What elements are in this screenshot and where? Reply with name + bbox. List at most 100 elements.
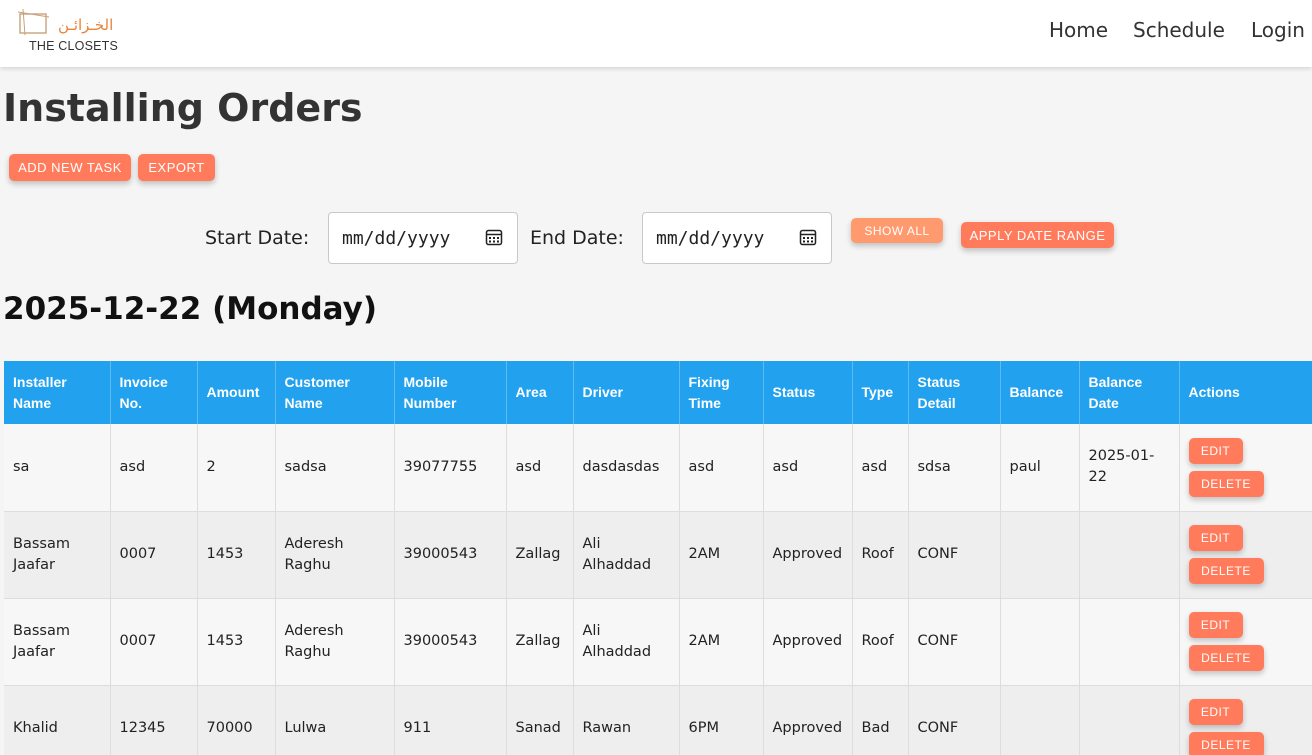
- add-new-task-button[interactable]: ADD NEW TASK: [9, 154, 131, 181]
- closet-frame-icon: [18, 9, 50, 36]
- cell-type: asd: [852, 424, 909, 512]
- brand-arabic: الخـزائـن: [58, 16, 114, 34]
- table-row: sa asd 2 sadsa 39077755 asd dasdasdas as…: [4, 424, 1312, 512]
- col-invoice-no: Invoice No.: [110, 361, 198, 424]
- cell-balance-date: [1079, 685, 1180, 755]
- export-button[interactable]: EXPORT: [138, 154, 215, 181]
- cell-mobile-number: 911: [394, 685, 507, 755]
- cell-fixing-time: 2AM: [679, 511, 764, 599]
- col-fixing-time: Fixing Time: [679, 361, 764, 424]
- navbar: الخـزائـن THE CLOSETS Home Schedule Logi…: [0, 0, 1312, 67]
- nav-login[interactable]: Login: [1251, 18, 1305, 42]
- cell-area: Zallag: [506, 598, 574, 686]
- day-title: 2025-12-22 (Monday): [3, 291, 377, 327]
- cell-driver: Ali Alhaddad: [573, 598, 680, 686]
- cell-amount: 2: [197, 424, 276, 512]
- cell-balance: paul: [1000, 424, 1080, 512]
- cell-customer-name: Lulwa: [275, 685, 395, 755]
- cell-amount: 1453: [197, 511, 276, 599]
- end-date-input[interactable]: mm/dd/yyyy: [642, 212, 832, 264]
- col-installer-name: Installer Name: [4, 361, 111, 424]
- col-balance-date: Balance Date: [1079, 361, 1180, 424]
- orders-table: Installer Name Invoice No. Amount Custom…: [4, 361, 1312, 755]
- cell-type: Bad: [852, 685, 909, 755]
- cell-invoice-no: 0007: [110, 511, 198, 599]
- col-actions: Actions: [1179, 361, 1312, 424]
- cell-status: Approved: [763, 511, 853, 599]
- cell-customer-name: Aderesh Raghu: [275, 511, 395, 599]
- table-row: Khalid 12345 70000 Lulwa 911 Sanad Rawan…: [4, 685, 1312, 755]
- col-customer-name: Customer Name: [275, 361, 395, 424]
- col-driver: Driver: [573, 361, 680, 424]
- end-date-label: End Date:: [530, 227, 624, 249]
- cell-status: Approved: [763, 598, 853, 686]
- table-row: Bassam Jaafar 0007 1453 Aderesh Raghu 39…: [4, 598, 1312, 686]
- cell-invoice-no: asd: [110, 424, 198, 512]
- col-amount: Amount: [197, 361, 276, 424]
- calendar-icon[interactable]: [799, 228, 817, 246]
- cell-balance: [1000, 598, 1080, 686]
- start-date-placeholder: mm/dd/yyyy: [342, 228, 451, 249]
- cell-installer-name: Bassam Jaafar: [4, 598, 111, 686]
- delete-button[interactable]: DELETE: [1188, 558, 1264, 584]
- col-type: Type: [852, 361, 909, 424]
- cell-actions: EDIT DELETE: [1179, 685, 1312, 755]
- brand-logo[interactable]: الخـزائـن THE CLOSETS: [14, 8, 124, 56]
- cell-balance: [1000, 685, 1080, 755]
- start-date-label: Start Date:: [205, 227, 310, 249]
- cell-mobile-number: 39077755: [394, 424, 507, 512]
- cell-customer-name: Aderesh Raghu: [275, 598, 395, 686]
- cell-actions: EDIT DELETE: [1179, 424, 1312, 512]
- cell-mobile-number: 39000543: [394, 598, 507, 686]
- cell-balance-date: [1079, 598, 1180, 686]
- col-balance: Balance: [1000, 361, 1080, 424]
- cell-fixing-time: 2AM: [679, 598, 764, 686]
- cell-type: Roof: [852, 598, 909, 686]
- cell-driver: Ali Alhaddad: [573, 511, 680, 599]
- cell-amount: 1453: [197, 598, 276, 686]
- cell-balance-date: [1079, 511, 1180, 599]
- cell-invoice-no: 12345: [110, 685, 198, 755]
- start-date-input[interactable]: mm/dd/yyyy: [328, 212, 518, 264]
- calendar-icon[interactable]: [485, 228, 503, 246]
- nav-home[interactable]: Home: [1049, 18, 1108, 42]
- nav-schedule[interactable]: Schedule: [1133, 18, 1225, 42]
- cell-status-detail: CONF: [908, 511, 1001, 599]
- cell-amount: 70000: [197, 685, 276, 755]
- cell-type: Roof: [852, 511, 909, 599]
- edit-button[interactable]: EDIT: [1188, 612, 1243, 638]
- cell-status-detail: CONF: [908, 685, 1001, 755]
- end-date-placeholder: mm/dd/yyyy: [656, 228, 765, 249]
- cell-status-detail: sdsa: [908, 424, 1001, 512]
- cell-area: Zallag: [506, 511, 574, 599]
- cell-status: asd: [763, 424, 853, 512]
- table-row: Bassam Jaafar 0007 1453 Aderesh Raghu 39…: [4, 511, 1312, 599]
- cell-balance-date: 2025-01-22: [1079, 424, 1180, 512]
- cell-area: Sanad: [506, 685, 574, 755]
- col-status: Status: [763, 361, 853, 424]
- cell-fixing-time: asd: [679, 424, 764, 512]
- col-area: Area: [506, 361, 574, 424]
- cell-installer-name: Bassam Jaafar: [4, 511, 111, 599]
- edit-button[interactable]: EDIT: [1188, 699, 1243, 725]
- brand-english: THE CLOSETS: [29, 39, 119, 53]
- cell-mobile-number: 39000543: [394, 511, 507, 599]
- table-header-row: Installer Name Invoice No. Amount Custom…: [4, 361, 1312, 424]
- cell-invoice-no: 0007: [110, 598, 198, 686]
- cell-actions: EDIT DELETE: [1179, 598, 1312, 686]
- delete-button[interactable]: DELETE: [1188, 645, 1264, 671]
- edit-button[interactable]: EDIT: [1188, 437, 1243, 464]
- apply-date-range-button[interactable]: APPLY DATE RANGE: [961, 222, 1114, 248]
- cell-actions: EDIT DELETE: [1179, 511, 1312, 599]
- cell-fixing-time: 6PM: [679, 685, 764, 755]
- show-all-button[interactable]: SHOW ALL: [851, 218, 943, 243]
- page-title: Installing Orders: [3, 86, 363, 130]
- edit-button[interactable]: EDIT: [1188, 525, 1243, 551]
- col-mobile-number: Mobile Number: [394, 361, 507, 424]
- cell-installer-name: sa: [4, 424, 111, 512]
- col-status-detail: Status Detail: [908, 361, 1001, 424]
- delete-button[interactable]: DELETE: [1188, 470, 1264, 497]
- cell-balance: [1000, 511, 1080, 599]
- delete-button[interactable]: DELETE: [1188, 732, 1264, 755]
- cell-status: Approved: [763, 685, 853, 755]
